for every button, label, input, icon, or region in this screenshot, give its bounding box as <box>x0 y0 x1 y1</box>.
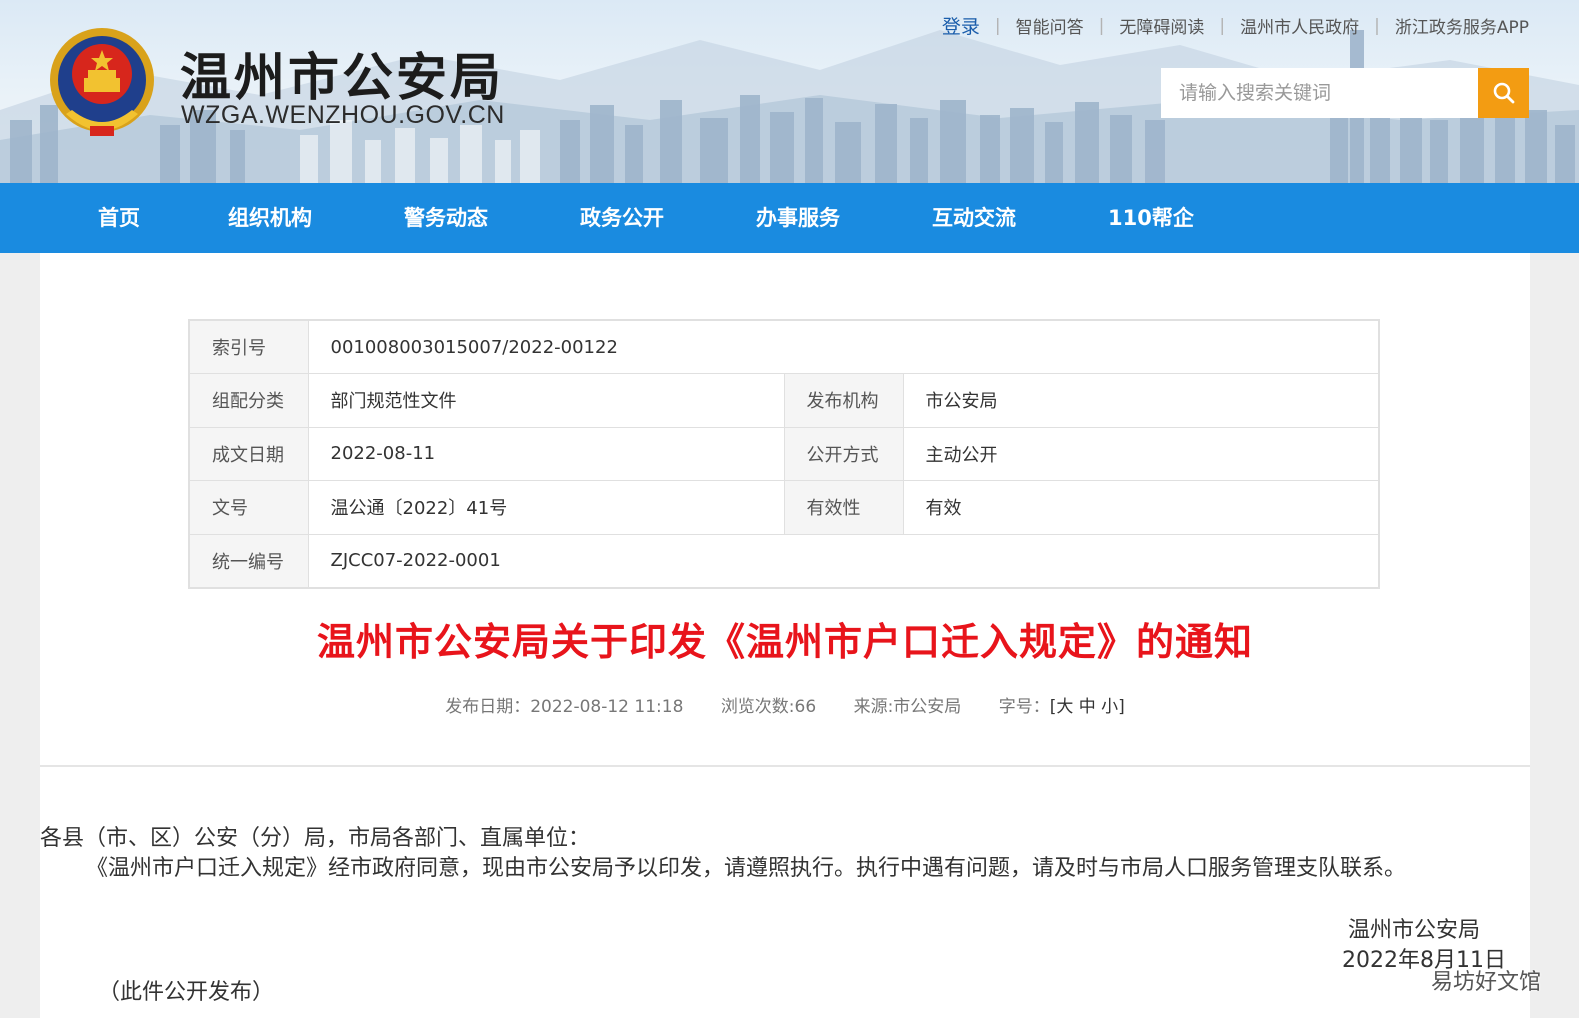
table-row: 组配分类 部门规范性文件 发布机构 市公安局 <box>188 373 1380 428</box>
nav-110-help[interactable]: 110帮企 <box>1108 183 1194 253</box>
table-row: 统一编号 ZJCC07-2022-0001 <box>188 533 1380 588</box>
font-size-options[interactable]: [大 中 小] <box>1050 697 1125 717</box>
index-label: 索引号 <box>188 319 309 374</box>
article-source: 来源:市公安局 <box>853 697 962 717</box>
search-box <box>1161 68 1529 118</box>
valid-value: 有效 <box>902 480 1380 535</box>
uid-value: ZJCC07-2022-0001 <box>307 533 1380 588</box>
docno-label: 文号 <box>188 480 309 535</box>
article-info: 发布日期：2022-08-12 11:18 浏览次数:66 来源:市公安局 字号… <box>40 692 1530 717</box>
search-button[interactable] <box>1478 68 1529 118</box>
zj-app-link[interactable]: 浙江政务服务APP <box>1395 13 1529 38</box>
search-icon <box>1493 82 1514 104</box>
site-domain: WZGA.WENZHOU.GOV.CN <box>181 101 505 129</box>
category-label: 组配分类 <box>188 373 309 428</box>
divider <box>40 765 1530 767</box>
table-row: 成文日期 2022-08-11 公开方式 主动公开 <box>188 426 1380 481</box>
site-title: 温州市公安局 <box>180 49 505 108</box>
publisher-value: 市公安局 <box>902 373 1380 428</box>
smart-qa-link[interactable]: 智能问答 <box>1016 13 1084 38</box>
open-label: 公开方式 <box>783 426 904 481</box>
watermark-text: 易坊好文馆 <box>1430 970 1541 995</box>
separator: | <box>994 15 1001 36</box>
nav-gov-affairs[interactable]: 政务公开 <box>580 183 664 253</box>
police-emblem-logo <box>50 28 154 136</box>
salutation: 各县（市、区）公安（分）局，市局各部门、直属单位： <box>40 826 591 851</box>
table-row: 文号 温公通〔2022〕41号 有效性 有效 <box>188 480 1380 535</box>
publisher-label: 发布机构 <box>783 373 904 428</box>
signature-org: 温州市公安局 <box>1347 918 1480 943</box>
index-value: 001008003015007/2022-00122 <box>307 319 1380 374</box>
document-meta-table: 索引号 001008003015007/2022-00122 组配分类 部门规范… <box>188 319 1380 589</box>
font-size-label: 字号： <box>998 697 1050 717</box>
login-link[interactable]: 登录 <box>942 12 980 39</box>
nav-services[interactable]: 办事服务 <box>756 183 840 253</box>
publish-date: 发布日期：2022-08-12 11:18 <box>445 697 684 717</box>
wenzhou-gov-link[interactable]: 温州市人民政府 <box>1240 13 1359 38</box>
body-paragraph: 《温州市户口迁入规定》经市政府同意，现由市公安局予以印发，请遵照执行。执行中遇有… <box>86 856 1407 881</box>
publication-note: （此件公开发布） <box>98 980 275 1005</box>
date-label: 成文日期 <box>188 426 309 481</box>
nav-organization[interactable]: 组织机构 <box>228 183 312 253</box>
separator: | <box>1374 15 1380 36</box>
separator: | <box>1219 15 1226 36</box>
uid-label: 统一编号 <box>188 533 309 588</box>
view-count: 浏览次数:66 <box>720 697 817 717</box>
date-value: 2022-08-11 <box>307 426 785 481</box>
valid-label: 有效性 <box>783 480 904 535</box>
content-panel: 索引号 001008003015007/2022-00122 组配分类 部门规范… <box>40 253 1530 1018</box>
search-input[interactable] <box>1161 68 1478 118</box>
separator: | <box>1098 15 1105 36</box>
main-nav: 首页 组织机构 警务动态 政务公开 办事服务 互动交流 110帮企 <box>0 183 1579 253</box>
top-links: 登录 | 智能问答 | 无障碍阅读 | 温州市人民政府 | 浙江政务服务APP <box>942 12 1529 39</box>
nav-police-news[interactable]: 警务动态 <box>404 183 488 253</box>
accessibility-link[interactable]: 无障碍阅读 <box>1119 13 1204 38</box>
open-value: 主动公开 <box>902 426 1380 481</box>
docno-value: 温公通〔2022〕41号 <box>307 480 785 535</box>
header-banner: 温州市公安局 WZGA.WENZHOU.GOV.CN 登录 | 智能问答 | 无… <box>0 0 1579 183</box>
nav-home[interactable]: 首页 <box>98 183 140 253</box>
category-value: 部门规范性文件 <box>307 373 785 428</box>
article-title: 温州市公安局关于印发《温州市户口迁入规定》的通知 <box>316 620 1253 664</box>
font-size-control: 字号：[大 中 小] <box>999 697 1125 717</box>
nav-interaction[interactable]: 互动交流 <box>932 183 1016 253</box>
table-row: 索引号 001008003015007/2022-00122 <box>188 319 1380 374</box>
